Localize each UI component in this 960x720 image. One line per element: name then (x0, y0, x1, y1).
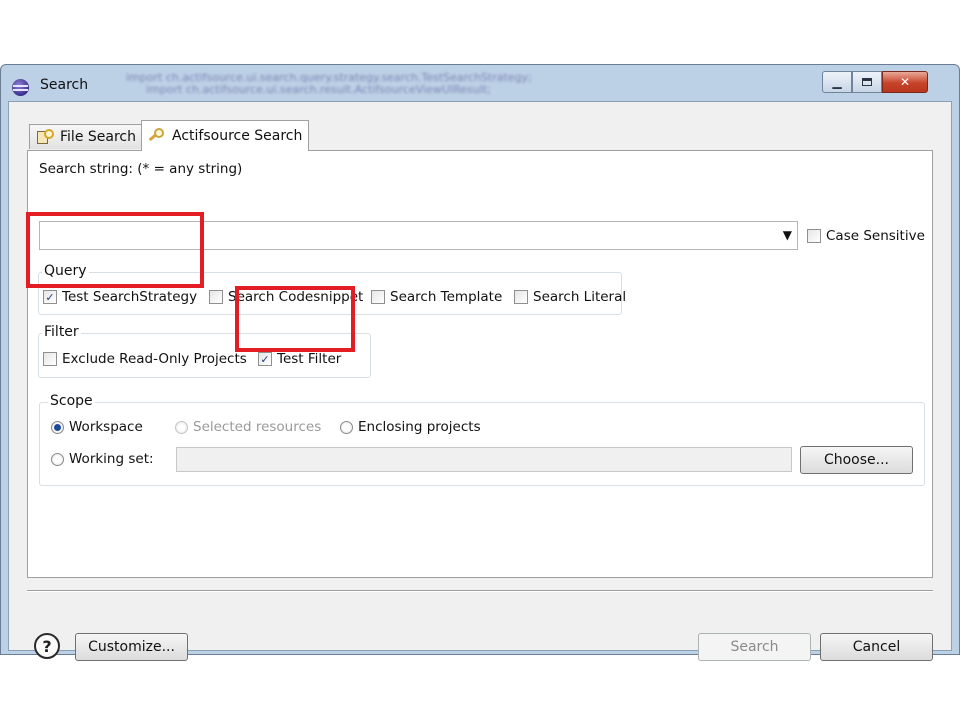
window-title: Search (40, 77, 89, 93)
scope-working-set-option[interactable]: Working set: (51, 451, 154, 467)
scope-selected-resources-label: Selected resources (193, 419, 322, 435)
query-option-test-searchstrategy[interactable]: ✓ Test SearchStrategy (43, 289, 197, 305)
filter-group-title: Filter (42, 324, 81, 340)
query-option-search-codesnippet[interactable]: Search Codesnippet (209, 289, 363, 305)
file-search-icon (36, 129, 54, 145)
scope-group-title: Scope (48, 393, 95, 409)
eclipse-icon (12, 79, 29, 96)
filter-option-label: Test Filter (277, 351, 342, 367)
query-option-label: Test SearchStrategy (62, 289, 198, 305)
checkbox[interactable] (371, 290, 385, 304)
working-set-field (176, 447, 792, 472)
title-bar[interactable]: Search import ch.actifsource.ui.search.q… (1, 65, 959, 101)
radio-disabled (175, 420, 188, 434)
scope-enclosing-projects-label: Enclosing projects (358, 419, 481, 435)
help-icon[interactable]: ? (34, 633, 60, 659)
tab-label: Actifsource Search (172, 128, 303, 144)
customize-button[interactable]: Customize... (75, 633, 188, 661)
separator (27, 590, 933, 592)
case-sensitive-label: Case Sensitive (826, 228, 925, 244)
scope-working-set-label: Working set: (69, 451, 154, 467)
query-option-label: Search Template (390, 289, 503, 305)
scope-workspace-option[interactable]: Workspace (51, 419, 143, 435)
tab-file-search[interactable]: File Search (29, 124, 143, 149)
maximize-icon (862, 78, 872, 86)
actifsource-search-panel: Search string: (* = any string) ▼ Case S… (27, 150, 933, 578)
tab-actifsource-search[interactable]: Actifsource Search (141, 120, 310, 151)
radio[interactable] (51, 452, 64, 466)
search-string-label: Search string: (* = any string) (39, 161, 243, 177)
checkbox-checked[interactable]: ✓ (258, 352, 272, 366)
minimize-icon: ▁ (832, 75, 842, 89)
tab-label: File Search (60, 129, 136, 145)
case-sensitive-checkbox[interactable] (807, 229, 821, 243)
case-sensitive-option[interactable]: Case Sensitive (807, 228, 925, 244)
checkbox[interactable] (209, 290, 223, 304)
cancel-button[interactable]: Cancel (820, 633, 933, 661)
query-option-label: Search Literal (533, 289, 627, 305)
filter-option-label: Exclude Read-Only Projects (62, 351, 247, 367)
blurred-background-code: import ch.actifsource.ui.search.query.st… (126, 72, 826, 102)
close-icon: ✕ (899, 75, 911, 89)
filter-option-test-filter[interactable]: ✓ Test Filter (258, 351, 341, 367)
maximize-button[interactable] (852, 71, 882, 93)
radio-selected[interactable] (51, 420, 64, 434)
scope-workspace-label: Workspace (69, 419, 143, 435)
dialog-client-area: File Search Actifsource Search Search st… (8, 101, 952, 661)
checkbox[interactable] (43, 352, 57, 366)
chevron-down-icon[interactable]: ▼ (783, 228, 792, 242)
close-button[interactable]: ✕ (882, 71, 928, 93)
query-group-title: Query (42, 263, 89, 279)
blurred-line: import ch.actifsource.ui.search.result.A… (146, 83, 491, 96)
actifsource-search-icon (148, 128, 166, 144)
scope-group (39, 402, 925, 486)
search-button: Search (698, 633, 811, 661)
checkbox[interactable] (514, 290, 528, 304)
checkbox-checked[interactable]: ✓ (43, 290, 57, 304)
scope-selected-resources-option: Selected resources (175, 419, 321, 435)
filter-option-exclude-readonly[interactable]: Exclude Read-Only Projects (43, 351, 247, 367)
query-option-search-template[interactable]: Search Template (371, 289, 502, 305)
query-option-search-literal[interactable]: Search Literal (514, 289, 626, 305)
search-string-combo[interactable]: ▼ (39, 221, 798, 250)
query-option-label: Search Codesnippet (228, 289, 364, 305)
choose-button[interactable]: Choose... (800, 446, 913, 474)
minimize-button[interactable]: ▁ (822, 71, 852, 93)
radio[interactable] (340, 420, 353, 434)
scope-enclosing-projects-option[interactable]: Enclosing projects (340, 419, 481, 435)
search-dialog-window: Search import ch.actifsource.ui.search.q… (0, 64, 960, 661)
